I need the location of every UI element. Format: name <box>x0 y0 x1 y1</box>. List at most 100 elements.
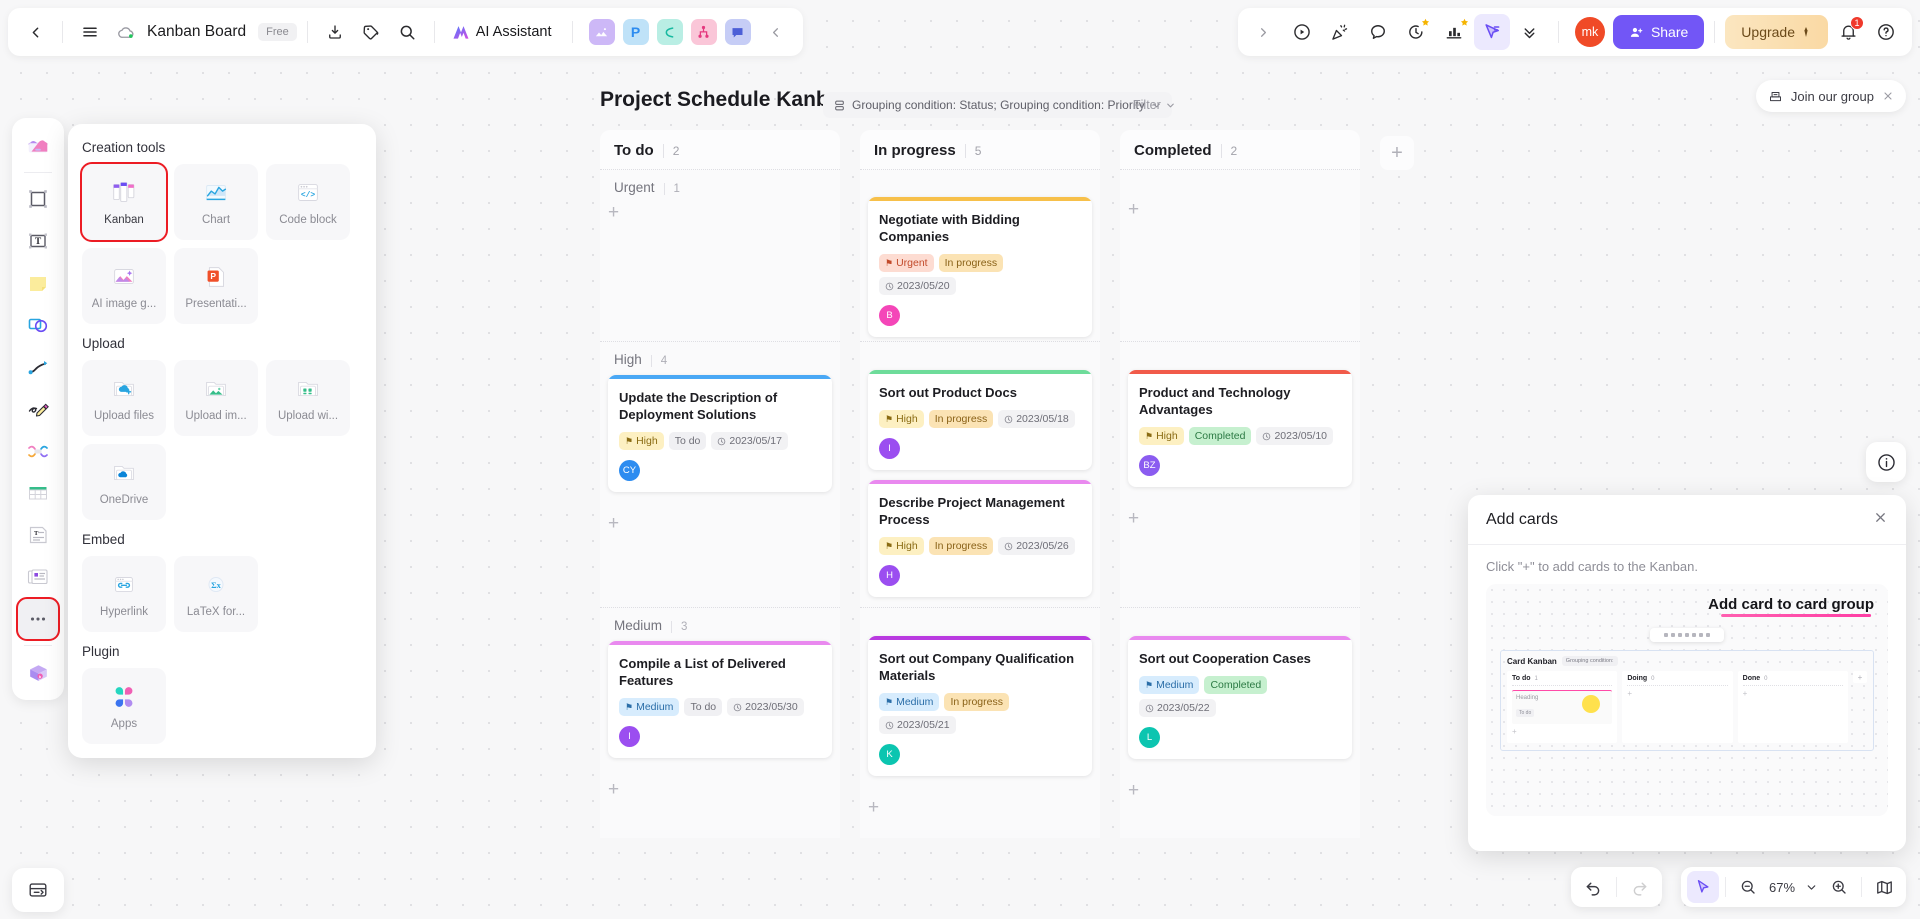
due-date-tag[interactable]: 2023/05/21 <box>879 716 956 735</box>
hamburger-menu-icon[interactable] <box>73 15 107 49</box>
add-card-button[interactable]: + <box>860 796 1100 825</box>
comment-applet[interactable] <box>724 19 751 45</box>
question-circle-icon[interactable] <box>1868 14 1904 50</box>
timer-star-icon[interactable] <box>1398 14 1434 50</box>
redo-button[interactable] <box>1624 871 1656 903</box>
priority-tag[interactable]: ⚑ Medium <box>1139 676 1200 695</box>
priority-tag[interactable]: ⚑ Medium <box>879 693 940 712</box>
column-header[interactable]: Completed 2 <box>1120 130 1360 170</box>
double-chevron-down-icon[interactable] <box>1512 14 1548 50</box>
info-circle-icon[interactable] <box>1866 442 1906 482</box>
column-header[interactable]: In progress 5 <box>860 130 1100 170</box>
due-date-tag[interactable]: 2023/05/18 <box>998 410 1075 429</box>
status-tag[interactable]: Completed <box>1204 676 1268 695</box>
rail-item-cards[interactable] <box>18 557 58 597</box>
status-tag[interactable]: To do <box>684 698 723 717</box>
due-date-tag[interactable]: 2023/05/20 <box>879 277 956 296</box>
priority-tag[interactable]: ⚑ Urgent <box>879 254 934 273</box>
zoom-out-button[interactable] <box>1732 871 1764 903</box>
status-tag[interactable]: In progress <box>928 537 994 556</box>
column-header[interactable]: To do 2 <box>600 130 840 170</box>
rail-item-table[interactable] <box>18 473 58 513</box>
priority-tag[interactable]: ⚑ Medium <box>619 698 680 717</box>
join-our-group-banner[interactable]: Join our group <box>1755 80 1906 112</box>
add-card-button[interactable]: + <box>600 201 840 230</box>
presentation-applet[interactable]: P <box>622 19 649 45</box>
card-avatar[interactable]: L <box>1139 727 1160 749</box>
board-title[interactable]: Project Schedule Kanban <box>600 88 853 112</box>
tool-latex-formula[interactable]: Σx LaTeX for... <box>174 556 258 632</box>
tool-apps[interactable]: Apps <box>82 668 166 744</box>
upgrade-button[interactable]: Upgrade <box>1725 15 1828 49</box>
tool-ai-image-generation[interactable]: AI image g... <box>82 248 166 324</box>
add-card-button[interactable]: + <box>1120 507 1360 536</box>
collapse-applets-button[interactable] <box>759 15 793 49</box>
swimlane-header[interactable]: Urgent 1 <box>600 170 840 201</box>
card-avatar[interactable]: I <box>619 726 640 748</box>
cursor-select-icon[interactable] <box>1687 871 1719 903</box>
minimap-button[interactable] <box>1868 871 1900 903</box>
card-avatar[interactable]: H <box>879 565 900 587</box>
play-circle-icon[interactable] <box>1284 14 1320 50</box>
kanban-card[interactable]: Sort out Product Docs ⚑ High In progress … <box>868 370 1092 471</box>
add-card-button[interactable]: + <box>1120 170 1360 227</box>
add-card-button[interactable]: + <box>600 778 840 807</box>
ai-assistant-button[interactable]: AI Assistant <box>445 15 562 49</box>
rail-item-pen[interactable] <box>18 389 58 429</box>
tool-hyperlink[interactable]: Hyperlink <box>82 556 166 632</box>
flowchart-applet[interactable] <box>690 19 717 45</box>
priority-tag[interactable]: ⚑ High <box>1139 427 1184 446</box>
rail-item-more[interactable] <box>16 597 60 641</box>
due-date-tag[interactable]: 2023/05/26 <box>998 537 1075 556</box>
kanban-card[interactable]: Update the Description of Deployment Sol… <box>608 375 832 493</box>
cursor-list-icon[interactable] <box>1473 14 1510 50</box>
swimlane-header[interactable]: Medium 3 <box>600 608 840 639</box>
undo-button[interactable] <box>1577 871 1609 903</box>
zoom-level[interactable]: 67% <box>1765 880 1799 895</box>
status-tag[interactable]: In progress <box>928 410 994 429</box>
page-title[interactable]: Kanban Board <box>147 23 246 41</box>
rail-item-text[interactable]: T <box>18 221 58 261</box>
rail-item-shape[interactable] <box>18 305 58 345</box>
tool-upload-image[interactable]: Upload im... <box>174 360 258 436</box>
expand-right-icon[interactable] <box>1246 14 1282 50</box>
rail-item-assets[interactable]: b <box>18 652 58 692</box>
rail-item-frame[interactable] <box>18 179 58 219</box>
card-avatar[interactable]: CY <box>619 460 640 482</box>
add-card-button[interactable]: + <box>1120 779 1360 808</box>
card-avatar[interactable]: I <box>879 438 900 460</box>
due-date-tag[interactable]: 2023/05/30 <box>727 698 804 717</box>
status-tag[interactable]: To do <box>668 432 707 451</box>
zoom-dropdown-button[interactable] <box>1800 871 1822 903</box>
card-avatar[interactable]: BZ <box>1139 455 1160 477</box>
kanban-card[interactable]: Compile a List of Delivered Features ⚑ Me… <box>608 641 832 759</box>
notifications-button[interactable]: 1 <box>1830 14 1866 50</box>
download-icon[interactable] <box>318 15 352 49</box>
due-date-tag[interactable]: 2023/05/17 <box>711 432 788 451</box>
rail-item-templates[interactable] <box>18 126 58 166</box>
add-card-button[interactable]: + <box>600 512 840 541</box>
filter-button[interactable]: Filter <box>1133 92 1176 118</box>
close-icon[interactable] <box>1873 510 1888 529</box>
kanban-card[interactable]: Sort out Cooperation Cases ⚑ Medium Compl… <box>1128 636 1352 760</box>
tool-code-block[interactable]: </> Code block <box>266 164 350 240</box>
tag-icon[interactable] <box>354 15 388 49</box>
card-avatar[interactable]: K <box>879 744 900 766</box>
mindmap-applet[interactable] <box>656 19 683 45</box>
tool-presentation[interactable]: P Presentati... <box>174 248 258 324</box>
rail-item-relation[interactable] <box>18 431 58 471</box>
priority-tag[interactable]: ⚑ High <box>619 432 664 451</box>
speech-bubble-icon[interactable] <box>1360 14 1396 50</box>
status-tag[interactable]: Completed <box>1188 427 1252 446</box>
tool-onedrive[interactable]: OneDrive <box>82 444 166 520</box>
tool-kanban[interactable]: Kanban <box>80 162 168 242</box>
back-button[interactable] <box>18 15 52 49</box>
tool-chart[interactable]: Chart <box>174 164 258 240</box>
ai-image-applet[interactable] <box>588 19 615 45</box>
kanban-card[interactable]: Sort out Company Qualification Materials… <box>868 636 1092 777</box>
card-avatar[interactable]: B <box>879 305 900 327</box>
search-icon[interactable] <box>390 15 424 49</box>
add-column-button[interactable]: + <box>1380 136 1414 170</box>
due-date-tag[interactable]: 2023/05/10 <box>1256 427 1334 446</box>
kanban-card[interactable]: Product and Technology Advantages ⚑ High … <box>1128 370 1352 488</box>
